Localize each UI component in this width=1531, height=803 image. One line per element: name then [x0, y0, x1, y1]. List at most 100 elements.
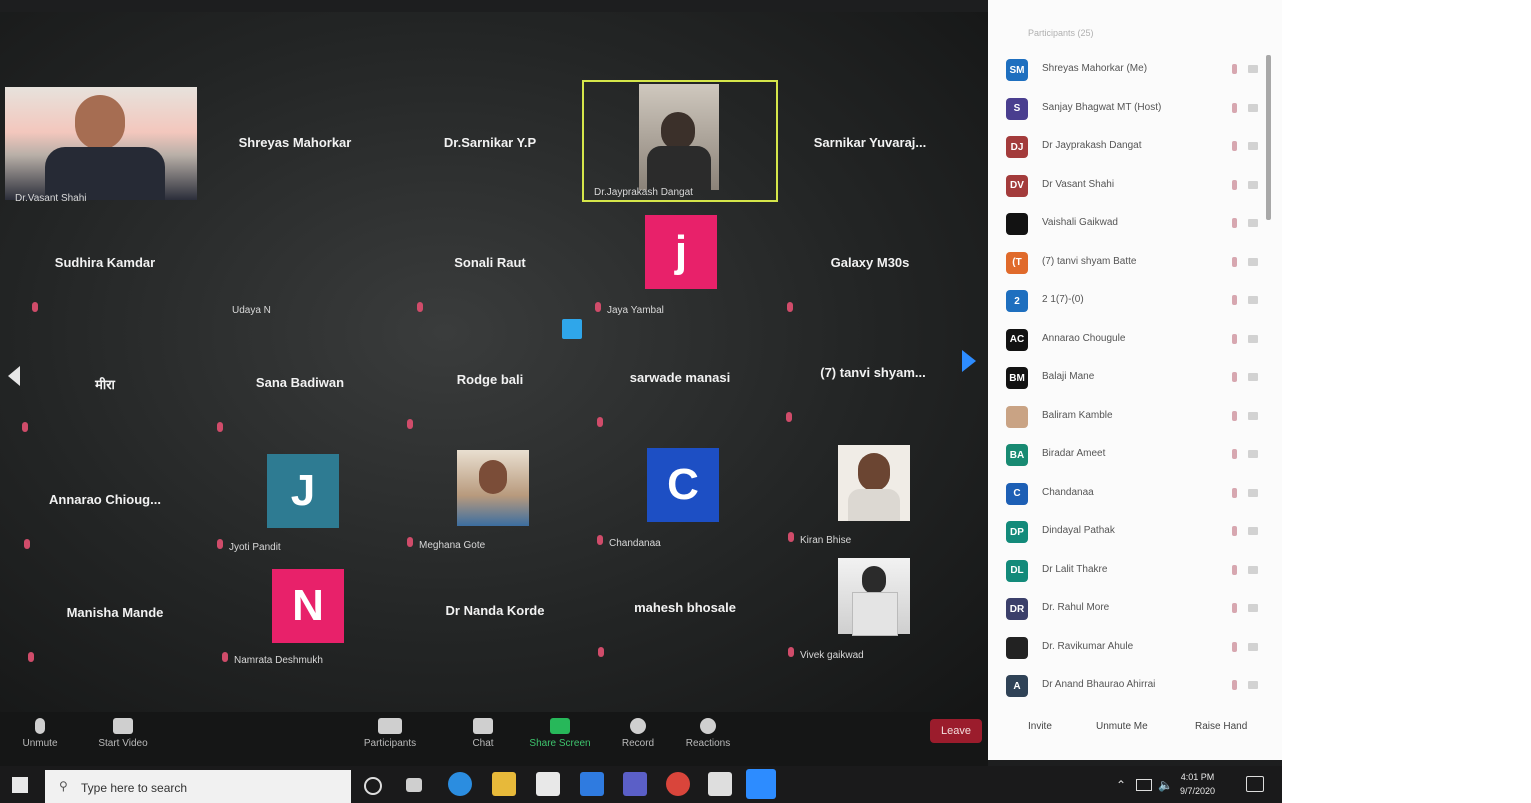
video-tile[interactable]: Dr.Vasant Shahi	[5, 87, 197, 204]
video-tile[interactable]: sarwade manasi	[585, 322, 775, 437]
system-tray-chevron-icon[interactable]: ⌃	[1116, 778, 1126, 792]
edge-browser-icon[interactable]	[448, 772, 472, 796]
mail-icon[interactable]	[580, 772, 604, 796]
participant-name: मीरा	[95, 377, 115, 392]
participant-name: Dr Vasant Shahi	[1042, 178, 1115, 190]
participant-row[interactable]: S Sanjay Bhagwat MT (Host)	[1006, 94, 1258, 128]
participant-row[interactable]: (T (7) tanvi shyam Batte	[1006, 248, 1258, 282]
video-tile[interactable]: Galaxy M30s	[775, 207, 965, 322]
teams-icon[interactable]	[623, 772, 647, 796]
video-tile[interactable]: मीरा	[10, 327, 200, 442]
reactions-button[interactable]: Reactions	[673, 718, 743, 749]
participant-name: Sonali Raut	[454, 255, 526, 270]
task-view-icon[interactable]	[406, 778, 422, 792]
participant-name: Manisha Mande	[66, 605, 164, 620]
participant-row[interactable]: Baliram Kamble	[1006, 402, 1258, 436]
video-tile[interactable]: Annarao Chioug...	[10, 444, 200, 559]
video-tile[interactable]: Rodge bali	[395, 324, 585, 439]
avatar: DL	[1006, 559, 1028, 582]
video-tile[interactable]: Manisha Mande	[20, 557, 210, 672]
participant-label: Meghana Gote	[419, 540, 486, 551]
network-icon[interactable]	[1136, 779, 1152, 791]
video-tile[interactable]: Sarnikar Yuvaraj...	[775, 87, 965, 202]
video-tile[interactable]: j Jaya Yambal	[585, 207, 775, 322]
unmute-me-button[interactable]: Unmute Me	[1096, 721, 1148, 732]
video-tile[interactable]: Dr Nanda Korde	[400, 555, 590, 670]
participant-row[interactable]: DP Dindayal Pathak	[1006, 517, 1258, 551]
video-tile[interactable]: Sonali Raut	[395, 207, 585, 322]
video-camera-icon	[113, 718, 133, 734]
chrome-icon[interactable]	[666, 772, 690, 796]
participant-row[interactable]: DL Dr Lalit Thakre	[1006, 556, 1258, 590]
muted-mic-icon	[1232, 641, 1237, 652]
video-tile[interactable]: Kiran Bhise	[778, 437, 968, 552]
video-tile[interactable]: Sudhira Kamdar	[10, 207, 200, 322]
participant-row[interactable]: BA Biradar Ameet	[1006, 440, 1258, 474]
participant-row[interactable]: A Dr Anand Bhaurao Ahirrai	[1006, 671, 1258, 705]
taskbar-search-input[interactable]: ⚲ Type here to search	[45, 770, 351, 803]
video-off-icon	[1248, 527, 1258, 535]
windows-start-icon[interactable]	[12, 777, 28, 793]
muted-mic-icon	[32, 302, 38, 312]
leave-button[interactable]: Leave	[930, 719, 982, 743]
participant-name: mahesh bhosale	[634, 600, 736, 615]
participant-row[interactable]: DR Dr. Rahul More	[1006, 594, 1258, 628]
video-off-icon	[1248, 642, 1258, 651]
video-tile[interactable]: Meghana Gote	[395, 442, 585, 557]
participant-row[interactable]: 2 2 1(7)-(0)	[1006, 286, 1258, 320]
avatar: (T	[1006, 251, 1028, 274]
video-off-icon	[1248, 373, 1258, 381]
video-tile[interactable]: Vivek gaikwad	[778, 552, 968, 667]
video-tile[interactable]: Sana Badiwan	[205, 327, 395, 442]
participant-label: Vivek gaikwad	[800, 650, 864, 661]
cortana-icon[interactable]	[364, 777, 382, 795]
raise-hand-button[interactable]: Raise Hand	[1195, 721, 1247, 732]
share-screen-button[interactable]: Share Screen	[525, 718, 595, 749]
participant-row[interactable]: Dr. Ravikumar Ahule	[1006, 633, 1258, 667]
avatar: C	[647, 448, 719, 522]
file-explorer-icon[interactable]	[492, 772, 516, 796]
record-button[interactable]: Record	[603, 718, 673, 749]
previous-page-arrow-icon[interactable]	[8, 366, 20, 386]
video-tile[interactable]: J Jyoti Pandit	[205, 444, 395, 559]
active-speaker-tile[interactable]: Dr.Jayprakash Dangat	[582, 80, 778, 202]
muted-mic-icon	[597, 417, 603, 427]
taskbar-clock[interactable]: 4:01 PM 9/7/2020	[1180, 770, 1215, 798]
participant-row[interactable]: AC Annarao Chougule	[1006, 325, 1258, 359]
muted-mic-icon	[1232, 256, 1237, 267]
video-tile[interactable]: C Chandanaa	[585, 440, 775, 555]
invite-button[interactable]: Invite	[1028, 721, 1052, 732]
participant-label: Chandanaa	[609, 538, 661, 549]
video-tile[interactable]: N Namrata Deshmukh	[210, 557, 400, 672]
avatar	[1006, 405, 1028, 428]
video-tile[interactable]: (7) tanvi shyam...	[778, 317, 968, 432]
next-page-arrow-icon[interactable]	[962, 350, 976, 372]
volume-icon[interactable]: 🔈	[1158, 778, 1173, 792]
video-tile[interactable]: mahesh bhosale	[590, 552, 780, 667]
participant-row[interactable]: C Chandanaa	[1006, 479, 1258, 513]
zoom-app-icon[interactable]	[746, 769, 776, 799]
video-tile[interactable]: Dr.Sarnikar Y.P	[395, 87, 585, 202]
avatar: S	[1006, 97, 1028, 120]
video-tile[interactable]: Udaya N	[200, 207, 390, 322]
start-video-button[interactable]: Start Video	[88, 718, 158, 749]
video-off-icon	[1248, 450, 1258, 458]
participant-row[interactable]: Vaishali Gaikwad	[1006, 209, 1258, 243]
participants-button[interactable]: Participants	[355, 718, 425, 749]
chat-button[interactable]: Chat	[448, 718, 518, 749]
muted-mic-icon	[788, 647, 794, 657]
participant-row[interactable]: BM Balaji Mane	[1006, 363, 1258, 397]
muted-mic-icon	[1232, 410, 1237, 421]
participant-row[interactable]: SM Shreyas Mahorkar (Me)	[1006, 55, 1258, 89]
notification-icon[interactable]	[1246, 776, 1264, 792]
participant-name: Annarao Chioug...	[49, 492, 161, 507]
photos-icon[interactable]	[708, 772, 732, 796]
unmute-button[interactable]: Unmute	[5, 718, 75, 749]
participant-name: Galaxy M30s	[830, 255, 910, 270]
participant-row[interactable]: DJ Dr Jayprakash Dangat	[1006, 132, 1258, 166]
video-tile[interactable]: Shreyas Mahorkar	[200, 87, 390, 202]
store-icon[interactable]	[536, 772, 560, 796]
muted-mic-icon	[1232, 487, 1237, 498]
participant-row[interactable]: DV Dr Vasant Shahi	[1006, 171, 1258, 205]
panel-scrollbar[interactable]	[1266, 55, 1271, 220]
